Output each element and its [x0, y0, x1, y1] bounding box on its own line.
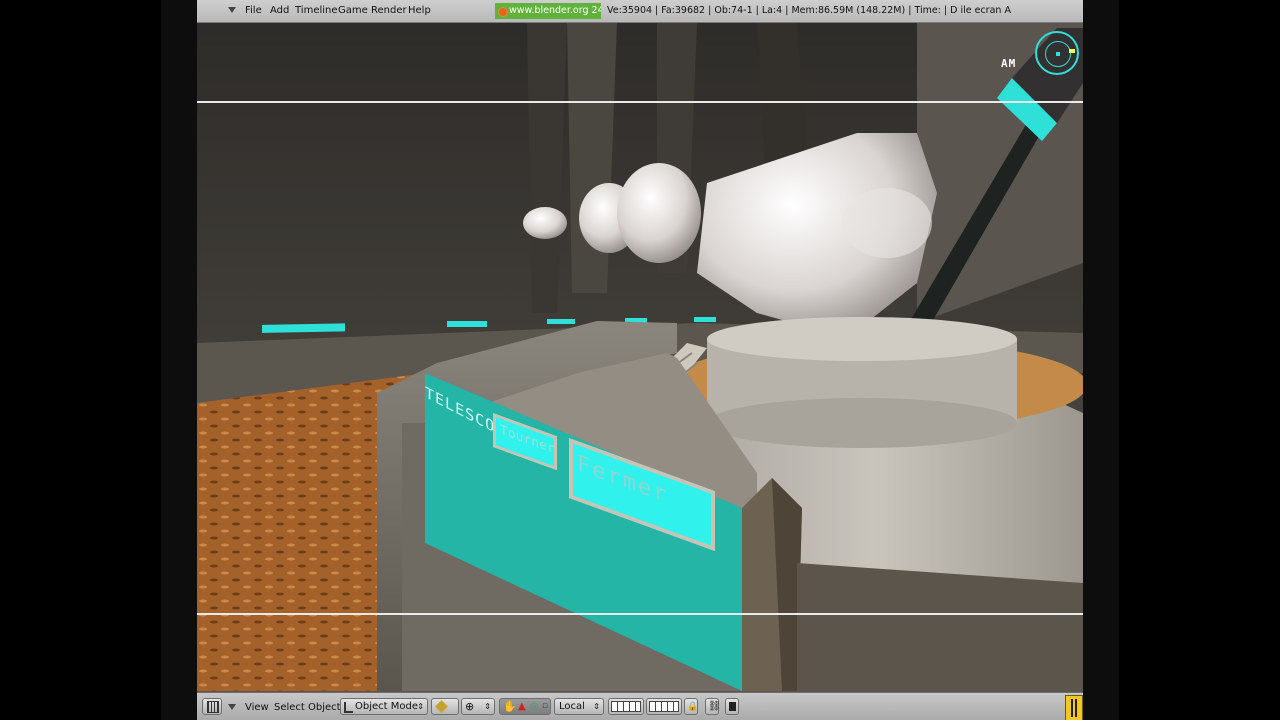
object-mode-icon: [344, 702, 353, 713]
timeline-scrubber[interactable]: [1065, 695, 1083, 720]
manipulator-group[interactable]: ✋ ▲ ◎ ▫: [499, 698, 551, 715]
menu-select[interactable]: Select: [274, 702, 305, 713]
radar-icon: [1035, 31, 1079, 75]
render-icon: [729, 702, 736, 711]
3d-viewport[interactable]: TELESCOPE Tourner Fermer AM: [197, 23, 1083, 691]
game-scene: [197, 23, 1083, 691]
blender-window: File Add Timeline Game Render Help www.b…: [197, 0, 1083, 720]
menu-view[interactable]: View: [245, 702, 269, 713]
shading-icon: [435, 700, 448, 713]
grid-icon: [207, 701, 219, 713]
menu-help[interactable]: Help: [408, 5, 431, 16]
lock-icon: 🔒: [687, 702, 699, 712]
letterbox-right: [1083, 0, 1280, 720]
updown-arrows-icon: ⇕: [417, 702, 424, 711]
editor-type-button[interactable]: [202, 698, 222, 715]
rotate-icon[interactable]: ◎: [530, 699, 539, 714]
layer-buttons-2[interactable]: [646, 698, 682, 715]
unlink-button[interactable]: ⛓: [705, 698, 721, 715]
3d-view-header: View Select Object Object Mode ⇕ ⊕ ⇕ ✋ ▲…: [197, 692, 1083, 720]
header-collapse-icon[interactable]: [228, 7, 236, 13]
lock-layers-button[interactable]: 🔒: [684, 698, 698, 715]
info-header: File Add Timeline Game Render Help www.b…: [197, 0, 1083, 23]
hand-icon[interactable]: ✋: [503, 699, 517, 714]
orientation-selector[interactable]: Local ⇕: [554, 698, 604, 715]
chain-icon: ⛓: [708, 701, 721, 712]
hud-label: AM: [1001, 57, 1017, 70]
updown-arrows-icon: ⇕: [593, 702, 600, 711]
scale-icon[interactable]: ▫: [542, 699, 548, 714]
guide-line-top: [197, 101, 1083, 103]
orientation-label: Local: [559, 701, 585, 712]
guide-line-bottom: [197, 613, 1083, 615]
letterbox-left: [0, 0, 197, 720]
menu-add[interactable]: Add: [270, 5, 289, 16]
menu-render[interactable]: Render: [371, 5, 407, 16]
pivot-icon: ⊕: [465, 700, 475, 713]
site-badge-label: www.blender.org 249.2: [509, 5, 601, 16]
scene-stats: Ve:35904 | Fa:39682 | Ob:74-1 | La:4 | M…: [607, 5, 1011, 16]
mode-selector[interactable]: Object Mode ⇕: [340, 698, 428, 715]
menu-object[interactable]: Object: [308, 702, 341, 713]
layers-icon: [611, 701, 641, 712]
updown-arrows-icon: ⇕: [484, 702, 491, 711]
menu-file[interactable]: File: [245, 5, 262, 16]
pivot-selector[interactable]: ⊕ ⇕: [461, 698, 495, 715]
blender-logo-icon: [498, 7, 508, 17]
draw-type-selector[interactable]: [431, 698, 459, 715]
blender-site-link[interactable]: www.blender.org 249.2: [495, 3, 601, 19]
layer-buttons-1[interactable]: [608, 698, 644, 715]
header-collapse-icon-bottom[interactable]: [228, 704, 236, 710]
menu-timeline[interactable]: Timeline: [295, 5, 338, 16]
menu-game[interactable]: Game: [338, 5, 368, 16]
mode-label: Object Mode: [355, 701, 418, 712]
render-button[interactable]: [725, 698, 739, 715]
translate-icon[interactable]: ▲: [518, 699, 526, 714]
layers-icon: [649, 701, 679, 712]
